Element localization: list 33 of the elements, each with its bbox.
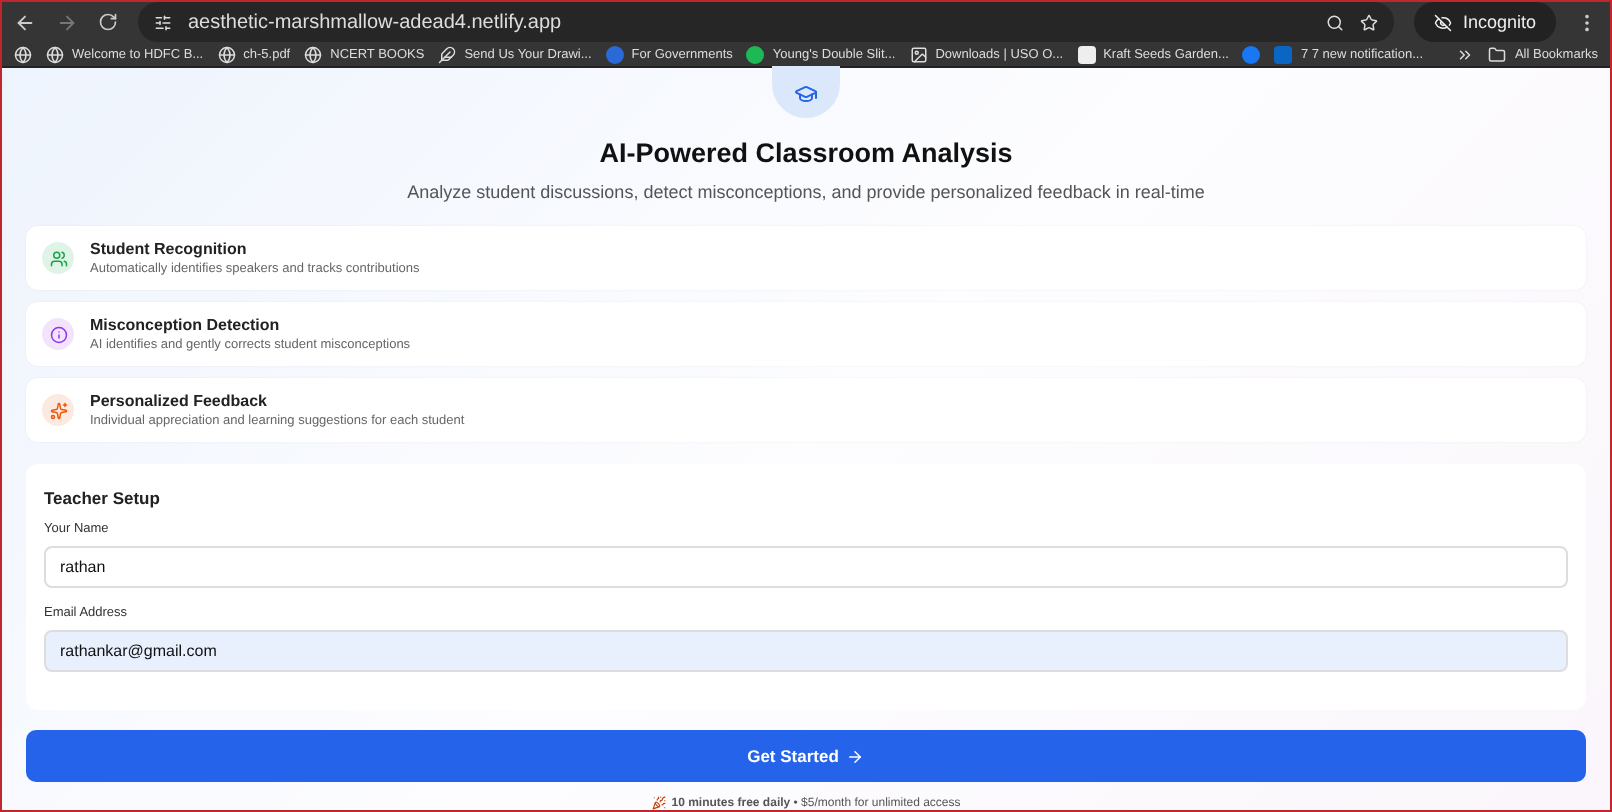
globe-icon[interactable]: [14, 45, 32, 63]
page-subtitle: Analyze student discussions, detect misconceptions, and provide personalized feedback in real-time: [407, 182, 1205, 202]
round-logo-icon: [746, 45, 765, 63]
input-field[interactable]: rathankar@gmail.com: [44, 630, 1568, 672]
address-bar[interactable]: aesthetic-marshmallow-adead4.netlify.app: [138, 2, 1395, 42]
forward-icon[interactable]: [56, 11, 78, 33]
input-field[interactable]: rathan: [44, 546, 1568, 588]
globe-icon: [304, 45, 323, 63]
folder-icon: [1488, 45, 1507, 63]
reload-icon[interactable]: [98, 12, 118, 32]
incognito-badge[interactable]: Incognito: [1414, 2, 1556, 42]
feather-icon: [438, 45, 457, 63]
feature-title: Personalized Feedback: [90, 392, 269, 410]
back-icon[interactable]: [14, 11, 36, 33]
square-icon: [1077, 45, 1096, 63]
linkedin-icon: [1274, 45, 1293, 63]
site-settings-icon[interactable]: [154, 13, 172, 31]
get-started-button[interactable]: Get Started: [26, 730, 1586, 782]
party-icon: [651, 796, 666, 810]
section-title: Teacher Setup: [44, 488, 162, 508]
globe-icon: [46, 45, 64, 63]
facebook-icon: [1242, 45, 1261, 63]
feature-title: Misconception Detection: [90, 316, 282, 334]
arrow-right-icon: [846, 747, 865, 765]
site-logo-icon: [605, 45, 624, 63]
feature-title: Student Recognition: [90, 240, 249, 258]
graduation-cap-icon: [772, 66, 840, 118]
more-bookmarks-icon[interactable]: [1456, 45, 1475, 63]
page-title: AI-Powered Classroom Analysis: [599, 138, 1013, 168]
star-icon[interactable]: [1360, 13, 1379, 31]
globe-icon: [217, 45, 236, 63]
image-icon: [909, 45, 928, 63]
search-icon[interactable]: [1326, 13, 1345, 31]
